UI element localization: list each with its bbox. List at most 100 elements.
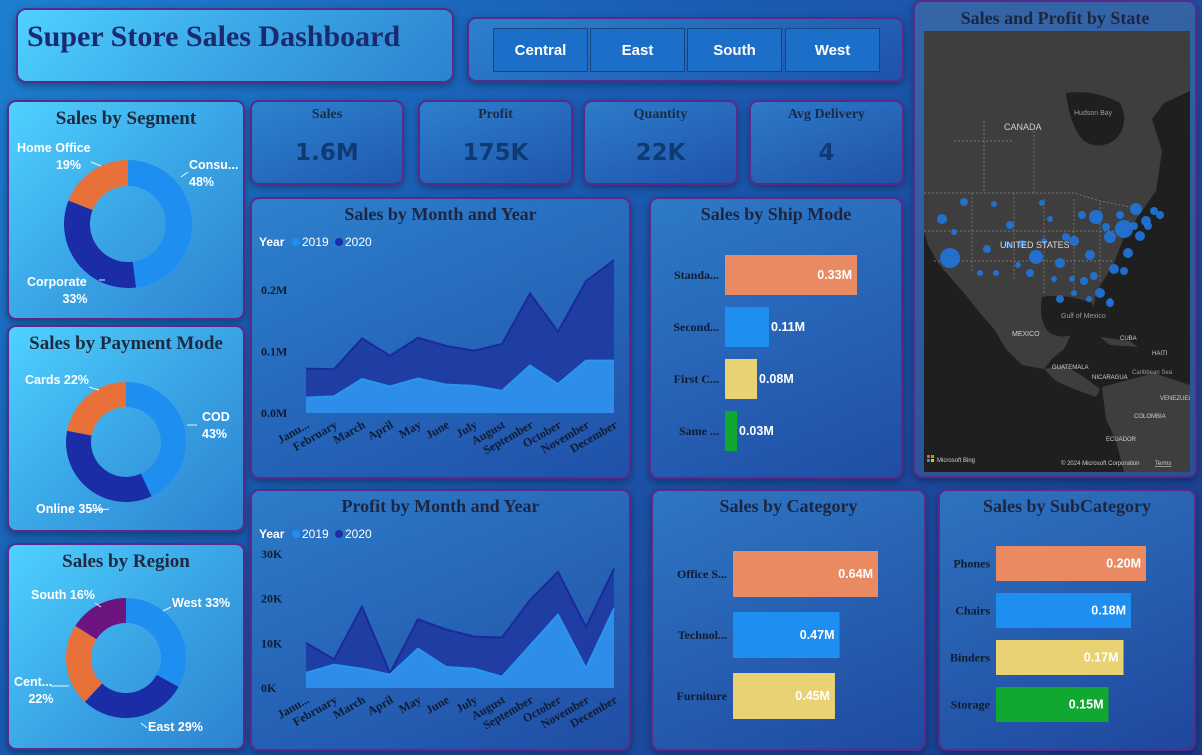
profit-month-ytick: 30K (261, 547, 283, 561)
ship-mode-card: Sales by Ship Mode Standa... 0.33M Second.… (649, 197, 903, 479)
subcategory-category-phones: Phones (953, 557, 990, 571)
bing-logo-icon (927, 455, 930, 458)
state-bubble[interactable] (1080, 277, 1088, 285)
profit-month-legend-2019[interactable]: 2019 (302, 527, 329, 541)
region-label-west: West 33% (172, 596, 230, 610)
region-label-east: East 29% (148, 720, 203, 734)
map-label-guatemala: GUATEMALA (1052, 365, 1089, 371)
region-slice-west[interactable] (126, 598, 187, 687)
payment-label-online: Online 35% (36, 502, 103, 516)
sales-month-xtick-march: March (331, 417, 368, 447)
category-value-furniture: 0.45M (795, 689, 830, 703)
profit-month-legend-2020[interactable]: 2020 (345, 527, 372, 541)
sales-month-legend-2020[interactable]: 2020 (345, 235, 372, 249)
profit-month-legend: Year 2019 2020 (259, 527, 372, 541)
state-bubble[interactable] (1078, 211, 1086, 219)
state-bubble[interactable] (960, 198, 968, 206)
state-bubble[interactable] (1156, 211, 1164, 219)
state-bubble[interactable] (1069, 276, 1075, 282)
kpi-sales-label: Sales (311, 107, 343, 122)
slicer-central-button[interactable]: Central (493, 28, 588, 72)
sales-month-ytick: 0.2M (261, 283, 287, 297)
state-bubble[interactable] (1039, 200, 1045, 206)
state-bubble[interactable] (1015, 262, 1021, 268)
state-bubble[interactable] (1107, 298, 1113, 304)
category-category-furniture: Furniture (677, 689, 728, 703)
ship-mode-bar-first-c[interactable] (725, 359, 757, 399)
state-bubble[interactable] (937, 214, 947, 224)
map-terms-link[interactable]: Terms (1155, 461, 1171, 467)
state-bubble[interactable] (1089, 210, 1103, 224)
state-bubble[interactable] (1069, 236, 1079, 246)
sales-month-legend: Year 2019 2020 (259, 235, 372, 249)
state-bubble[interactable] (977, 270, 983, 276)
state-bubble[interactable] (1130, 203, 1142, 215)
profit-month-legend-title: Year (259, 527, 285, 541)
state-bubble[interactable] (1120, 267, 1128, 275)
state-bubble[interactable] (1090, 272, 1098, 280)
state-bubble[interactable] (1123, 248, 1133, 258)
state-bubble[interactable] (1115, 220, 1133, 238)
subcategory-value-chairs: 0.18M (1091, 604, 1126, 618)
region-slicer: Central East South West (467, 17, 904, 82)
state-bubble[interactable] (940, 248, 960, 268)
state-bubble[interactable] (1071, 290, 1077, 296)
state-bubble[interactable] (1109, 264, 1119, 274)
state-bubble[interactable] (1116, 211, 1124, 219)
subcategory-bar-chart: Phones 0.20M Chairs 0.18M Binders 0.17M Storag… (950, 546, 1146, 722)
state-bubble[interactable] (1104, 231, 1116, 243)
subcategory-value-storage: 0.15M (1069, 698, 1104, 712)
segment-pct-home-office: 19% (56, 158, 81, 172)
kpi-profit-label: Profit (478, 107, 513, 122)
kpi-quantity-value: 22K (635, 140, 686, 166)
state-bubble[interactable] (1135, 231, 1145, 241)
state-bubble[interactable] (1056, 295, 1064, 303)
payment-slice-cards[interactable] (67, 382, 126, 436)
category-value-office-s: 0.64M (838, 567, 873, 581)
ship-mode-bar-same[interactable] (725, 411, 737, 451)
sales-month-area-chart: Year 2019 20200.0M0.1M0.2MJanu...FebruaryM… (259, 235, 620, 457)
state-bubble[interactable] (1051, 276, 1057, 282)
state-bubble[interactable] (1085, 250, 1095, 260)
profit-month-xtick-april: April (365, 692, 396, 718)
region-card: Sales by Region West 33% East 29% Cent... 2… (7, 543, 245, 750)
state-bubble[interactable] (1026, 269, 1034, 277)
payment-slice-online[interactable] (66, 430, 152, 502)
sales-month-legend-marker-2019 (292, 238, 300, 246)
segment-leader-line (90, 161, 102, 167)
state-bubble[interactable] (1055, 258, 1065, 268)
state-bubble[interactable] (1130, 222, 1138, 230)
sales-month-xtick-april: April (365, 417, 396, 443)
map-title: Sales and Profit by State (960, 8, 1150, 28)
sales-month-legend-title: Year (259, 235, 285, 249)
kpi-sales-card: Sales 1.6M (250, 100, 404, 185)
map-label-canada: CANADA (1004, 122, 1042, 132)
bing-logo-icon-part (931, 455, 934, 458)
slicer-south-button[interactable]: South (687, 28, 782, 72)
profit-month-ytick: 10K (261, 636, 283, 650)
state-bubble[interactable] (1006, 221, 1014, 229)
state-bubble[interactable] (1029, 250, 1043, 264)
state-bubble[interactable] (983, 245, 991, 253)
payment-card: Sales by Payment Mode COD 43% Online 35% Ca… (7, 325, 245, 532)
state-bubble[interactable] (991, 201, 997, 207)
state-bubble[interactable] (1047, 216, 1053, 222)
map-label-nicaragua: NICARAGUA (1092, 375, 1128, 381)
state-bubble[interactable] (1095, 288, 1105, 298)
profit-month-title: Profit by Month and Year (341, 496, 540, 516)
state-bubble[interactable] (1102, 223, 1110, 231)
state-bubble[interactable] (1086, 296, 1092, 302)
map-label-ecuador: ECUADOR (1106, 437, 1137, 443)
slicer-west-button[interactable]: West (785, 28, 880, 72)
state-bubble[interactable] (993, 270, 999, 276)
ship-mode-bar-second[interactable] (725, 307, 769, 347)
slicer-east-button[interactable]: East (590, 28, 685, 72)
map-label-colombia: COLOMBIA (1134, 414, 1166, 420)
state-map[interactable]: CANADA Hudson Bay UNITED STATES MEXICO Gulf … (924, 31, 1190, 472)
kpi-delivery-value: 4 (818, 140, 835, 166)
segment-slice-consu[interactable] (128, 160, 193, 288)
state-bubble[interactable] (951, 229, 957, 235)
sales-month-legend-2019[interactable]: 2019 (302, 235, 329, 249)
segment-donut-chart: Consu... 48% Corporate 33% Home Office 19% (17, 141, 238, 306)
state-bubble[interactable] (1144, 222, 1152, 230)
